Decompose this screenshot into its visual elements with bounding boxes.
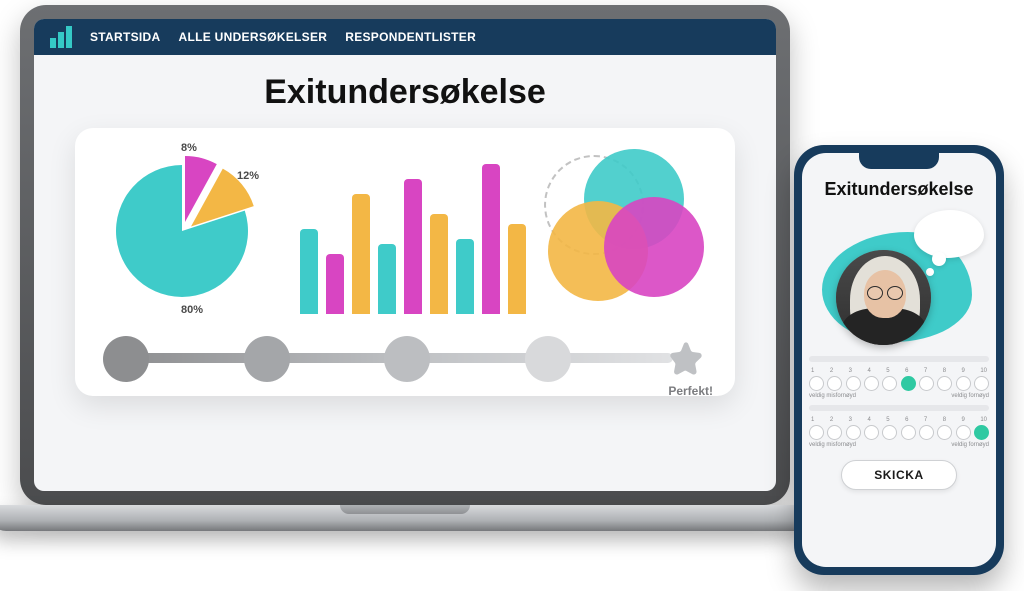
venn-magenta (604, 197, 704, 297)
phone-title: Exitundersøkelse (802, 179, 996, 200)
scale-dots (809, 425, 989, 440)
rating-dot[interactable] (384, 336, 430, 382)
question-bar (809, 356, 989, 362)
scale-dot[interactable] (809, 376, 824, 391)
bar (378, 244, 396, 314)
rating-scale: Perfekt! (97, 336, 713, 382)
scale-dot[interactable] (864, 425, 879, 440)
bar-chart (300, 144, 526, 314)
bar (430, 214, 448, 314)
scale-anchor-labels: veldig misfornøydveldig fornøyd (809, 393, 989, 399)
send-button[interactable]: SKICKA (841, 460, 957, 490)
scale-dot[interactable] (901, 425, 916, 440)
dashboard-card: 8% 12% 80% (75, 128, 735, 396)
scale-dot[interactable] (974, 376, 989, 391)
scale-dot[interactable] (827, 376, 842, 391)
charts-row: 8% 12% 80% (97, 144, 713, 314)
scale-dot[interactable] (846, 425, 861, 440)
pie-label-8: 8% (181, 142, 197, 154)
phone-screen: Exitundersøkelse 12345678910 veldig misfo… (802, 153, 996, 567)
pie-chart: 8% 12% 80% (97, 144, 287, 314)
scale-dot[interactable] (846, 376, 861, 391)
scale-dot[interactable] (919, 376, 934, 391)
pie-label-12: 12% (237, 170, 259, 182)
logo-icon[interactable] (50, 26, 72, 48)
bar (352, 194, 370, 314)
bar (508, 224, 526, 314)
laptop-mockup: STARTSIDA ALLE UNDERSØKELSER RESPONDENTL… (20, 5, 790, 565)
scale-dot[interactable] (827, 425, 842, 440)
scale-dot[interactable] (882, 425, 897, 440)
scale-dot[interactable] (937, 376, 952, 391)
rating-dot[interactable] (244, 336, 290, 382)
scale-dot[interactable] (919, 425, 934, 440)
venn-chart (538, 149, 713, 309)
scale-dot[interactable] (882, 376, 897, 391)
phone-mockup: Exitundersøkelse 12345678910 veldig misfo… (794, 145, 1004, 575)
rating-dot[interactable] (103, 336, 149, 382)
nav-link-surveys[interactable]: ALLE UNDERSØKELSER (178, 30, 327, 44)
page-title: Exitundersøkelse (34, 73, 776, 112)
laptop-screen: STARTSIDA ALLE UNDERSØKELSER RESPONDENTL… (34, 19, 776, 491)
nav-link-respondents[interactable]: RESPONDENTLISTER (345, 30, 476, 44)
scale-numbers: 12345678910 (809, 368, 989, 376)
bar (326, 254, 344, 314)
avatar (836, 250, 931, 345)
scale-dot[interactable] (956, 425, 971, 440)
top-nav: STARTSIDA ALLE UNDERSØKELSER RESPONDENTL… (34, 19, 776, 55)
star-icon[interactable] (665, 338, 707, 380)
phone-notch (859, 153, 939, 169)
bar (456, 239, 474, 314)
scale-anchor-labels: veldig misfornøydveldig fornøyd (809, 442, 989, 448)
scale-dot[interactable] (864, 376, 879, 391)
scale-dot[interactable] (956, 376, 971, 391)
laptop-bezel: STARTSIDA ALLE UNDERSØKELSER RESPONDENTL… (20, 5, 790, 505)
phone-hero (814, 210, 984, 350)
scale-dot[interactable] (974, 425, 989, 440)
scale-numbers: 12345678910 (809, 417, 989, 425)
scale-dot[interactable] (809, 425, 824, 440)
bar (482, 164, 500, 314)
question-bar (809, 405, 989, 411)
laptop-base (0, 505, 820, 531)
perfekt-label: Perfekt! (668, 384, 713, 398)
rating-question: 12345678910 veldig misfornøydveldig fornø… (809, 405, 989, 448)
rating-question: 12345678910 veldig misfornøydveldig fornø… (809, 356, 989, 399)
pie-label-80: 80% (181, 304, 203, 316)
nav-link-start[interactable]: STARTSIDA (90, 30, 160, 44)
bar (404, 179, 422, 314)
rating-dot[interactable] (525, 336, 571, 382)
scale-dots (809, 376, 989, 391)
bar (300, 229, 318, 314)
scale-dot[interactable] (901, 376, 916, 391)
scale-dot[interactable] (937, 425, 952, 440)
